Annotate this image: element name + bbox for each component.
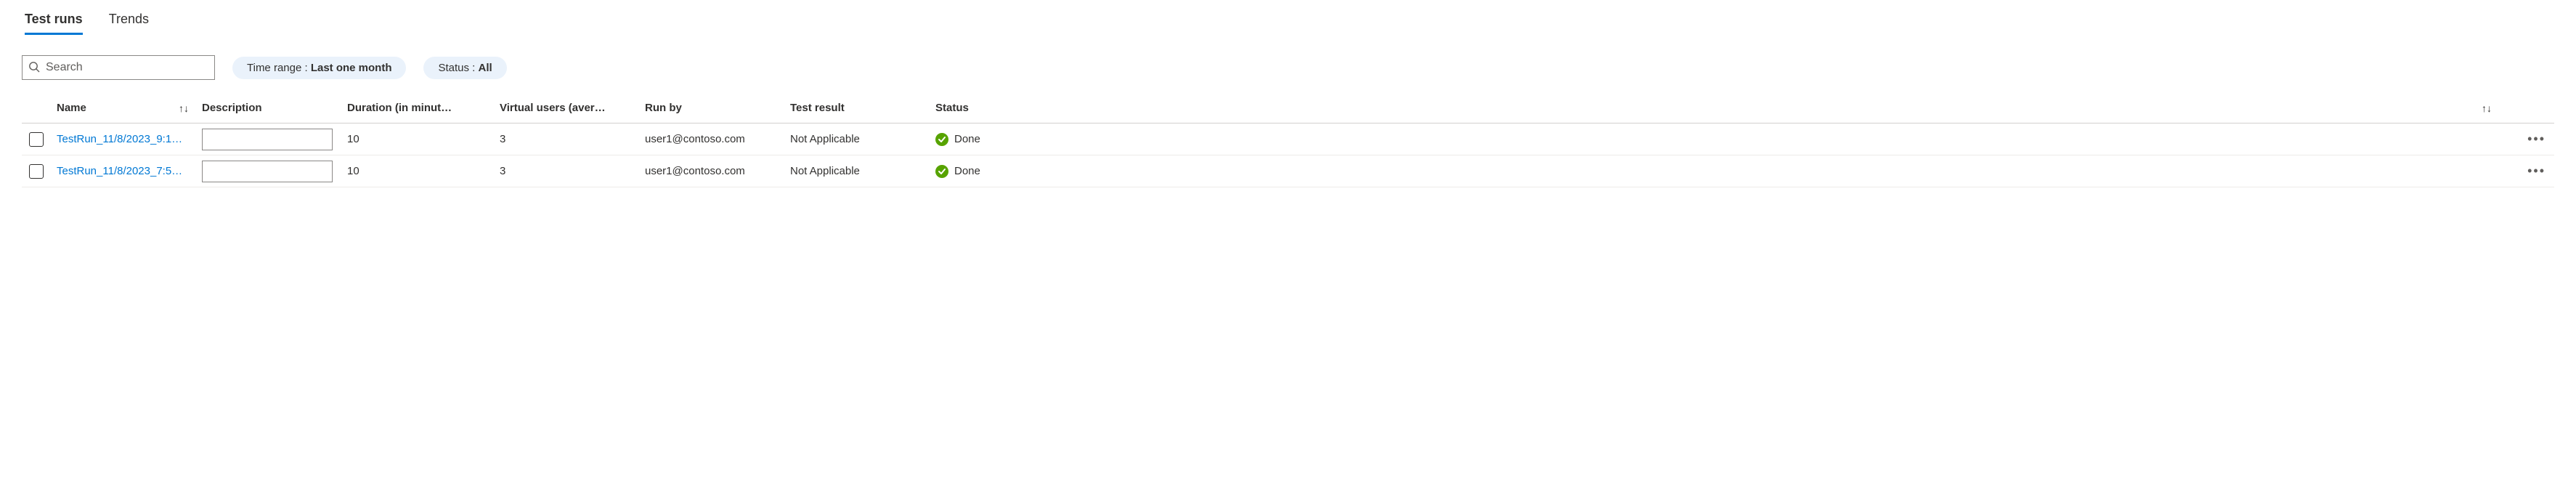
table-header: Name ↑↓ Description Duration (in minut… … (22, 93, 2554, 124)
table-row: TestRun_11/8/2023_7:5… 10 3 user1@contos… (22, 155, 2554, 187)
sort-icon[interactable]: ↑↓ (2482, 102, 2499, 114)
tab-test-runs[interactable]: Test runs (25, 7, 83, 34)
check-circle-icon (935, 133, 948, 146)
filter-time-range-value: Last one month (311, 62, 392, 74)
row-status-text: Done (954, 165, 980, 177)
row-test-result: Not Applicable (790, 165, 935, 177)
row-checkbox[interactable] (29, 132, 44, 147)
filter-time-range[interactable]: Time range : Last one month (232, 57, 406, 79)
filter-row: Time range : Last one month Status : All (22, 55, 2554, 80)
row-checkbox-cell (22, 132, 57, 147)
description-input[interactable] (202, 129, 333, 150)
col-test-result[interactable]: Test result (790, 102, 935, 114)
search-input[interactable] (46, 61, 208, 74)
row-checkbox[interactable] (29, 164, 44, 179)
description-input[interactable] (202, 161, 333, 182)
row-checkbox-cell (22, 164, 57, 179)
row-virtual-users: 3 (500, 133, 645, 145)
table-row: TestRun_11/8/2023_9:1… 10 3 user1@contos… (22, 124, 2554, 155)
more-icon[interactable]: ••• (2524, 161, 2548, 182)
row-status: Done (935, 133, 1030, 146)
row-run-by: user1@contoso.com (645, 165, 790, 177)
check-circle-icon (935, 165, 948, 178)
tabs: Test runs Trends (22, 7, 2554, 35)
tab-trends[interactable]: Trends (109, 7, 149, 34)
search-icon (28, 61, 40, 75)
col-status-sort[interactable]: ↑↓ (1030, 102, 2511, 114)
row-status: Done (935, 165, 1030, 178)
row-description (202, 129, 347, 150)
col-description[interactable]: Description (202, 102, 347, 114)
row-duration: 10 (347, 133, 500, 145)
filter-time-range-label: Time range : (247, 62, 311, 74)
filter-status-value: All (479, 62, 492, 74)
test-runs-table: Name ↑↓ Description Duration (in minut… … (22, 93, 2554, 187)
row-test-result: Not Applicable (790, 133, 935, 145)
more-icon[interactable]: ••• (2524, 129, 2548, 150)
row-run-by: user1@contoso.com (645, 133, 790, 145)
col-run-by[interactable]: Run by (645, 102, 790, 114)
col-virtual-users[interactable]: Virtual users (aver… (500, 102, 645, 114)
filter-status-label: Status : (438, 62, 478, 74)
row-actions: ••• (2511, 129, 2554, 150)
sort-icon[interactable]: ↑↓ (179, 102, 196, 114)
row-name[interactable]: TestRun_11/8/2023_7:5… (57, 165, 202, 177)
row-status-text: Done (954, 133, 980, 145)
filter-status[interactable]: Status : All (423, 57, 506, 79)
row-duration: 10 (347, 165, 500, 177)
search-box[interactable] (22, 55, 215, 80)
col-status[interactable]: Status (935, 102, 1030, 114)
row-virtual-users: 3 (500, 165, 645, 177)
row-name[interactable]: TestRun_11/8/2023_9:1… (57, 133, 202, 145)
col-duration[interactable]: Duration (in minut… (347, 102, 500, 114)
col-name-label: Name (57, 102, 86, 114)
row-actions: ••• (2511, 161, 2554, 182)
row-description (202, 161, 347, 182)
col-name[interactable]: Name ↑↓ (57, 102, 202, 114)
